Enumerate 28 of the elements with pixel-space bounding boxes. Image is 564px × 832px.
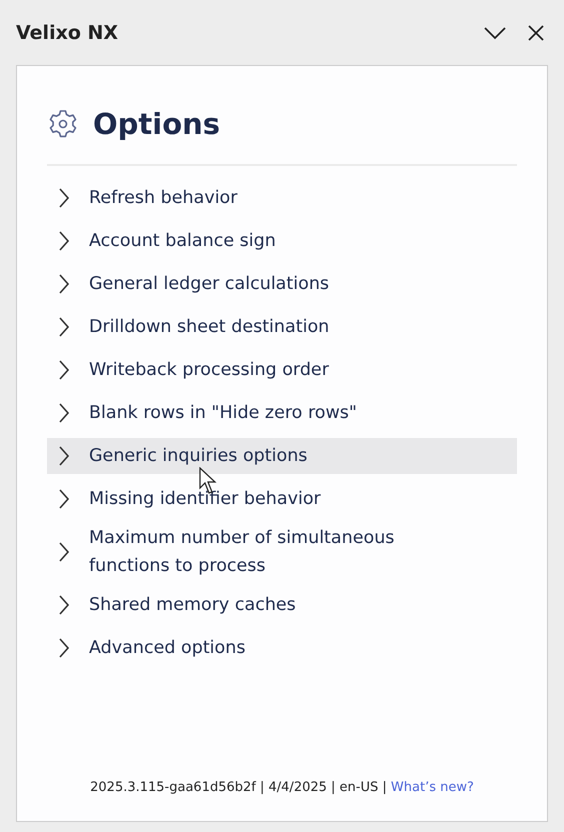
option-item[interactable]: Writeback processing order [47,352,517,388]
whats-new-link[interactable]: What’s new? [390,780,474,795]
chevron-right-icon [59,231,69,251]
chevron-right-icon [59,489,69,509]
chevron-right-icon [59,542,69,562]
chevron-down-icon [484,26,506,40]
panel-title: Options [93,107,220,141]
close-icon [528,24,544,40]
chevron-right-icon [59,595,69,615]
option-item[interactable]: Maximum number of simultaneous functions to process [47,524,517,580]
option-item[interactable]: Missing identifier behavior [47,481,517,517]
option-item[interactable]: Advanced options [47,630,517,666]
chevron-right-icon [59,638,69,658]
option-item[interactable]: General ledger calculations [47,266,517,302]
chevron-right-icon [59,188,69,208]
option-item[interactable]: Drilldown sheet destination [47,309,517,345]
version-info: 2025.3.115-gaa61d56b2f | 4/4/2025 | en-US | [90,780,387,795]
gear-icon [47,108,79,140]
option-item[interactable]: Account balance sign [47,223,517,259]
chevron-right-icon [59,274,69,294]
chevron-right-icon [59,360,69,380]
option-item[interactable]: Refresh behavior [47,180,517,216]
chevron-right-icon [59,317,69,337]
chevron-right-icon [59,446,69,466]
window-title: Velixo NX [16,22,118,44]
option-item[interactable]: Blank rows in "Hide zero rows" [47,395,517,431]
chevron-right-icon [59,403,69,423]
option-item[interactable]: Shared memory caches [47,587,517,623]
